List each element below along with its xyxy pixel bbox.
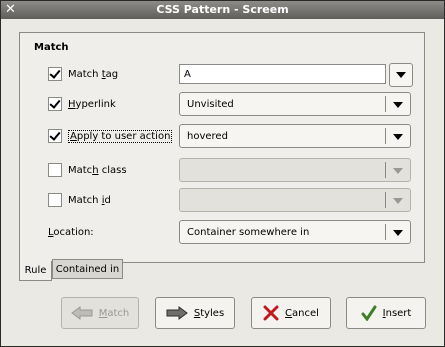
rule-panel: Match Match tag A Hyperlink Unvisited Ap… (19, 32, 425, 263)
chevron-down-icon (393, 102, 403, 108)
tab-rule-label: Rule (24, 265, 47, 276)
styles-button[interactable]: Styles (155, 297, 235, 329)
tab-rule[interactable]: Rule (19, 261, 52, 281)
match-tag-row: Match tag (48, 62, 118, 86)
dialog-window: ✕ CSS Pattern - Screem Match Match tag A… (0, 0, 445, 347)
tab-contained-in[interactable]: Contained in (52, 259, 123, 279)
chevron-down-icon (393, 168, 403, 174)
section-title: Match (34, 42, 69, 53)
match-tag-dropdown-button[interactable] (389, 63, 413, 87)
chevron-down-icon (396, 72, 406, 78)
id-row: Match id (48, 188, 111, 212)
hyperlink-checkbox[interactable] (48, 97, 62, 111)
class-row: Match class (48, 158, 127, 182)
location-label: Location: (48, 226, 94, 238)
chevron-down-icon (393, 134, 403, 140)
match-button[interactable]: Match (61, 297, 139, 329)
window-title: CSS Pattern - Screem (156, 3, 289, 16)
cancel-x-icon (263, 305, 279, 321)
action-checkbox[interactable] (48, 129, 62, 143)
match-tag-checkbox[interactable] (48, 67, 62, 81)
match-id-combo[interactable] (179, 188, 411, 212)
match-class-checkbox[interactable] (48, 163, 62, 177)
hyperlink-select[interactable]: Unvisited (179, 92, 411, 116)
action-select[interactable]: hovered (179, 124, 411, 148)
arrow-right-icon (166, 306, 188, 320)
match-button-label: Match (98, 307, 130, 319)
match-id-checkbox[interactable] (48, 193, 62, 207)
title-bar: ✕ CSS Pattern - Screem (1, 1, 444, 19)
insert-button-label: Insert (382, 307, 412, 319)
match-id-label: Match id (68, 194, 111, 206)
chevron-down-icon (393, 230, 403, 236)
hyperlink-row: Hyperlink (48, 92, 116, 116)
match-class-label: Match class (68, 164, 127, 176)
styles-button-label: Styles (193, 307, 225, 319)
checkmark-icon (361, 305, 377, 321)
action-label: Apply to user action (68, 129, 173, 143)
match-tag-input[interactable]: A (179, 64, 386, 84)
arrow-left-icon (70, 306, 93, 320)
insert-button[interactable]: Insert (346, 297, 426, 329)
match-tag-label: Match tag (68, 68, 119, 80)
match-class-combo[interactable] (179, 158, 411, 182)
action-select-value: hovered (187, 130, 228, 142)
cancel-button[interactable]: Cancel (251, 297, 331, 329)
tab-contained-in-label: Contained in (55, 263, 120, 275)
cancel-button-label: Cancel (285, 307, 319, 319)
location-row: Location: (48, 220, 94, 244)
hyperlink-select-value: Unvisited (187, 98, 234, 110)
hyperlink-label: Hyperlink (68, 98, 116, 110)
action-row: Apply to user action (48, 124, 173, 148)
location-select[interactable]: Container somewhere in (179, 220, 411, 244)
location-select-value: Container somewhere in (187, 226, 310, 238)
chevron-down-icon (393, 198, 403, 204)
